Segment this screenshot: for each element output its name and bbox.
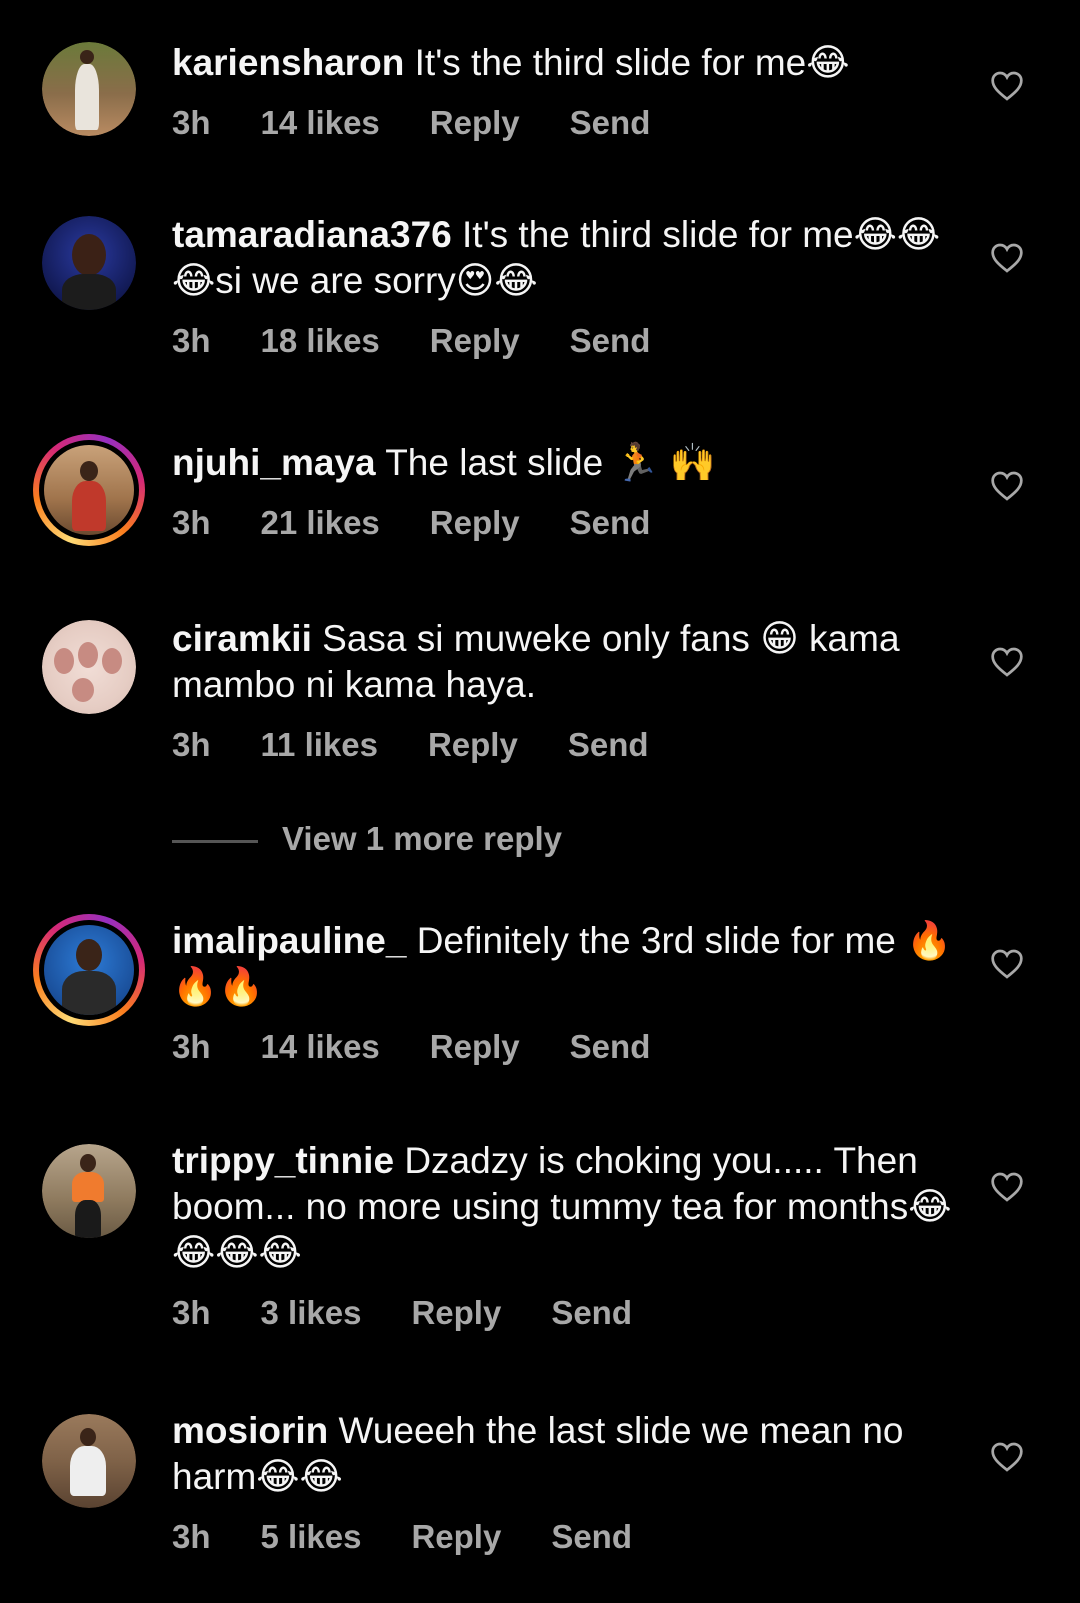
avatar-story-ring[interactable]: [33, 914, 145, 1026]
avatar[interactable]: [42, 620, 136, 714]
send-button[interactable]: Send: [570, 504, 651, 542]
reply-button[interactable]: Reply: [430, 322, 520, 360]
reply-button[interactable]: Reply: [430, 1028, 520, 1066]
heart-icon[interactable]: [990, 471, 1024, 501]
send-button[interactable]: Send: [570, 322, 651, 360]
heart-icon[interactable]: [990, 647, 1024, 677]
avatar-story-ring[interactable]: [33, 434, 145, 546]
comment-time: 3h: [172, 104, 211, 141]
reply-button[interactable]: Reply: [411, 1294, 501, 1332]
send-button[interactable]: Send: [570, 1028, 651, 1066]
comment-actions: 3h 5 likes Reply Send: [172, 1518, 682, 1556]
comment-likes[interactable]: 11 likes: [261, 726, 378, 764]
comment-actions: 3h 11 likes Reply Send: [172, 726, 699, 764]
comment-username[interactable]: kariensharon: [172, 42, 404, 83]
avatar[interactable]: [42, 216, 136, 310]
comment-username[interactable]: tamaradiana376: [172, 214, 452, 255]
comment-text: kariensharon It's the third slide for me…: [172, 40, 962, 86]
comment-username[interactable]: imalipauline_: [172, 920, 406, 961]
comment-text: tamaradiana376 It's the third slide for …: [172, 212, 962, 304]
comment-actions: 3h 21 likes Reply Send: [172, 504, 700, 542]
comment-actions: 3h 3 likes Reply Send: [172, 1294, 682, 1332]
comment-text: ciramkii Sasa si muweke only fans 😁 kama…: [172, 616, 962, 708]
comment-time: 3h: [172, 1294, 211, 1331]
comment-time: 3h: [172, 726, 211, 763]
comment-text: imalipauline_ Definitely the 3rd slide f…: [172, 918, 962, 1010]
comment-username[interactable]: ciramkii: [172, 618, 312, 659]
avatar[interactable]: [42, 1414, 136, 1508]
comment-actions: 3h 18 likes Reply Send: [172, 322, 700, 360]
comment-body: It's the third slide for me😂: [414, 42, 850, 83]
avatar[interactable]: [42, 42, 136, 136]
avatar[interactable]: [42, 1144, 136, 1238]
reply-button[interactable]: Reply: [411, 1518, 501, 1556]
comment-likes[interactable]: 14 likes: [261, 1028, 380, 1066]
reply-button[interactable]: Reply: [430, 504, 520, 542]
heart-icon[interactable]: [990, 71, 1024, 101]
comment-username[interactable]: njuhi_maya: [172, 442, 376, 483]
view-more-replies-label[interactable]: View 1 more reply: [282, 820, 562, 858]
comment-body: The last slide 🏃 🙌: [385, 442, 716, 483]
comment-time: 3h: [172, 1028, 211, 1065]
send-button[interactable]: Send: [570, 104, 651, 142]
heart-icon[interactable]: [990, 1172, 1024, 1202]
heart-icon[interactable]: [990, 243, 1024, 273]
comment-time: 3h: [172, 1518, 211, 1555]
comment-actions: 3h 14 likes Reply Send: [172, 1028, 700, 1066]
reply-button[interactable]: Reply: [428, 726, 518, 764]
comment-text: trippy_tinnie Dzadzy is choking you.....…: [172, 1138, 962, 1276]
comment-likes[interactable]: 14 likes: [261, 104, 380, 142]
comment-username[interactable]: trippy_tinnie: [172, 1140, 394, 1181]
comment-text: njuhi_maya The last slide 🏃 🙌: [172, 440, 962, 486]
heart-icon[interactable]: [990, 1442, 1024, 1472]
comment-likes[interactable]: 18 likes: [261, 322, 380, 360]
comment-actions: 3h 14 likes Reply Send: [172, 104, 700, 142]
comment-likes[interactable]: 3 likes: [261, 1294, 362, 1332]
send-button[interactable]: Send: [568, 726, 649, 764]
comment-text: mosiorin Wueeeh the last slide we mean n…: [172, 1408, 962, 1500]
send-button[interactable]: Send: [551, 1294, 632, 1332]
reply-thread-line: [172, 840, 258, 843]
comment-username[interactable]: mosiorin: [172, 1410, 328, 1451]
comment-likes[interactable]: 5 likes: [261, 1518, 362, 1556]
send-button[interactable]: Send: [551, 1518, 632, 1556]
comment-time: 3h: [172, 504, 211, 541]
heart-icon[interactable]: [990, 949, 1024, 979]
comment-time: 3h: [172, 322, 211, 359]
comment-likes[interactable]: 21 likes: [261, 504, 380, 542]
reply-button[interactable]: Reply: [430, 104, 520, 142]
